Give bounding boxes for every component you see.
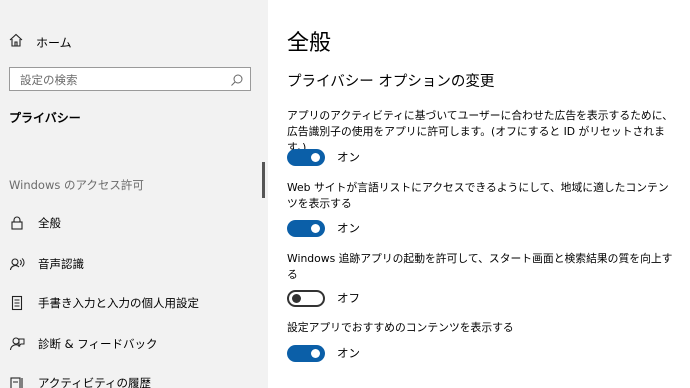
sidebar-item-handwriting[interactable]: 手書き入力と入力の個人用設定 xyxy=(8,292,199,314)
option-toggle-row: オン xyxy=(287,147,360,167)
sidebar-item-activity-history[interactable]: アクティビティの履歴 xyxy=(8,372,151,388)
sidebar-item-label: 手書き入力と入力の個人用設定 xyxy=(38,296,199,310)
search-input[interactable]: 設定の検索 xyxy=(9,67,251,91)
toggle-state-label: オン xyxy=(337,346,360,360)
toggle-knob xyxy=(311,223,320,233)
option-toggle-row: オン xyxy=(287,343,360,363)
toggle-knob xyxy=(311,152,320,162)
feedback-icon xyxy=(8,335,26,353)
section-subtitle: プライバシー オプションの変更 xyxy=(287,74,495,90)
sidebar-item-label: 音声認識 xyxy=(38,257,84,271)
option-toggle-row: オン xyxy=(287,218,360,238)
toggle-state-label: オン xyxy=(337,221,360,235)
activity-history-icon xyxy=(8,374,26,388)
toggle-state-label: オフ xyxy=(337,291,360,305)
option-description: Web サイトが言語リストにアクセスできるようにして、地域に適したコンテンツを表… xyxy=(287,181,669,210)
section-label: Windows のアクセス許可 xyxy=(9,178,144,192)
home-label: ホーム xyxy=(36,35,72,50)
toggle-knob xyxy=(292,293,301,303)
home-icon xyxy=(8,32,24,52)
sidebar-item-home[interactable]: ホーム xyxy=(8,31,72,53)
sidebar: ホーム 設定の検索 プライバシー Windows のアクセス許可 全般 音声認識… xyxy=(0,0,268,388)
option-description: Windows 追跡アプリの起動を許可して、スタート画面と検索結果の質を向上する xyxy=(287,252,673,281)
sidebar-item-label: アクティビティの履歴 xyxy=(38,376,152,388)
scrollbar[interactable] xyxy=(262,162,265,198)
search-icon[interactable] xyxy=(230,72,244,86)
speech-icon xyxy=(8,255,26,273)
page-title: 全般 xyxy=(287,31,332,56)
category-title: プライバシー xyxy=(9,111,81,125)
sidebar-item-label: 全般 xyxy=(38,216,61,230)
sidebar-item-speech[interactable]: 音声認識 xyxy=(8,253,84,275)
sidebar-item-label: 診断 & フィードバック xyxy=(38,337,158,351)
toggle-switch[interactable] xyxy=(287,344,325,362)
lock-icon xyxy=(8,214,26,232)
sidebar-item-feedback[interactable]: 診断 & フィードバック xyxy=(8,333,158,355)
toggle-knob xyxy=(311,348,320,358)
handwriting-icon xyxy=(8,294,26,312)
sidebar-item-general[interactable]: 全般 xyxy=(8,212,61,234)
main-content: 全般 プライバシー オプションの変更 アプリのアクティビティに基づいてユーザーに… xyxy=(268,0,690,388)
toggle-switch[interactable] xyxy=(287,289,325,307)
toggle-state-label: オン xyxy=(337,150,360,164)
toggle-switch[interactable] xyxy=(287,148,325,166)
search-placeholder: 設定の検索 xyxy=(20,73,78,87)
toggle-switch[interactable] xyxy=(287,219,325,237)
option-description: 設定アプリでおすすめのコンテンツを表示する xyxy=(287,321,514,334)
option-toggle-row: オフ xyxy=(287,288,360,308)
